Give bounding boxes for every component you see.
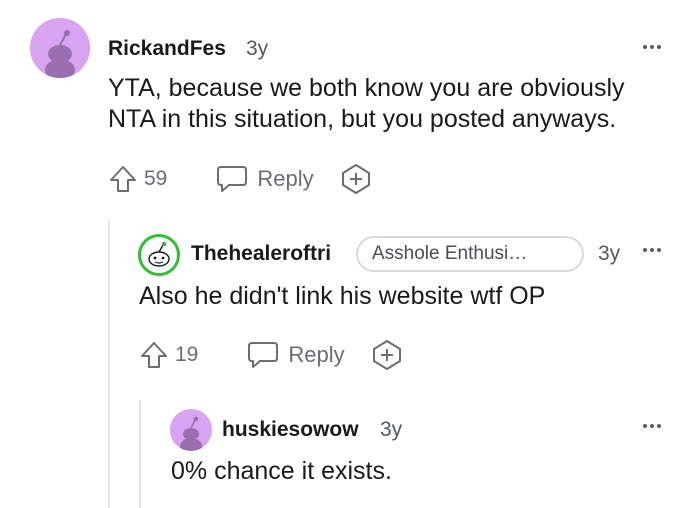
thread-line[interactable] bbox=[139, 400, 141, 508]
comment-body: 0% chance it exists. bbox=[171, 457, 392, 485]
comment-bubble-icon bbox=[248, 342, 279, 368]
avatar-huskiesowow[interactable] bbox=[170, 409, 212, 451]
upvote-button[interactable]: 59 bbox=[108, 164, 167, 194]
comment-actions: 19 Reply bbox=[139, 339, 403, 371]
more-options-icon[interactable] bbox=[643, 248, 661, 252]
award-button[interactable] bbox=[340, 163, 372, 195]
snoo-avatar-icon bbox=[30, 18, 90, 78]
snoo-avatar-icon bbox=[170, 409, 212, 451]
reply-label: Reply bbox=[288, 342, 345, 367]
avatar-thehealeroftri[interactable] bbox=[138, 234, 180, 276]
snoo-avatar-icon bbox=[148, 241, 170, 267]
username[interactable]: RickandFes bbox=[108, 37, 226, 61]
user-flair: Asshole Enthusi… bbox=[356, 236, 584, 272]
comment-age: 3y bbox=[380, 418, 403, 441]
comment-body: Also he didn't link his website wtf OP bbox=[139, 282, 546, 310]
vote-count: 19 bbox=[175, 343, 199, 366]
award-plus-icon bbox=[372, 340, 401, 370]
reply-label: Reply bbox=[257, 166, 314, 191]
more-options-icon[interactable] bbox=[643, 424, 661, 428]
award-plus-icon bbox=[341, 164, 370, 194]
comment-body-line: NTA in this situation, but you posted an… bbox=[108, 105, 617, 133]
username[interactable]: Thehealeroftri bbox=[191, 242, 331, 266]
username[interactable]: huskiesowow bbox=[222, 418, 359, 442]
reply-button[interactable]: Reply bbox=[246, 340, 345, 370]
comment-age: 3y bbox=[246, 37, 269, 60]
vote-count: 59 bbox=[144, 167, 168, 190]
upvote-button[interactable]: 19 bbox=[139, 340, 198, 370]
thread-line[interactable] bbox=[108, 220, 110, 508]
upvote-arrow-icon bbox=[141, 342, 167, 368]
comment-body: YTA, because we both know you are obviou… bbox=[108, 73, 625, 135]
upvote-arrow-icon bbox=[110, 166, 136, 192]
award-button[interactable] bbox=[371, 339, 403, 371]
reply-button[interactable]: Reply bbox=[215, 164, 314, 194]
comment-actions: 59 Reply bbox=[108, 163, 372, 195]
comment-body-line: YTA, because we both know you are obviou… bbox=[108, 74, 625, 102]
comment-bubble-icon bbox=[217, 166, 248, 192]
more-options-icon[interactable] bbox=[643, 45, 661, 49]
avatar-rickandfes[interactable] bbox=[30, 18, 90, 78]
comment-age: 3y bbox=[598, 242, 621, 265]
